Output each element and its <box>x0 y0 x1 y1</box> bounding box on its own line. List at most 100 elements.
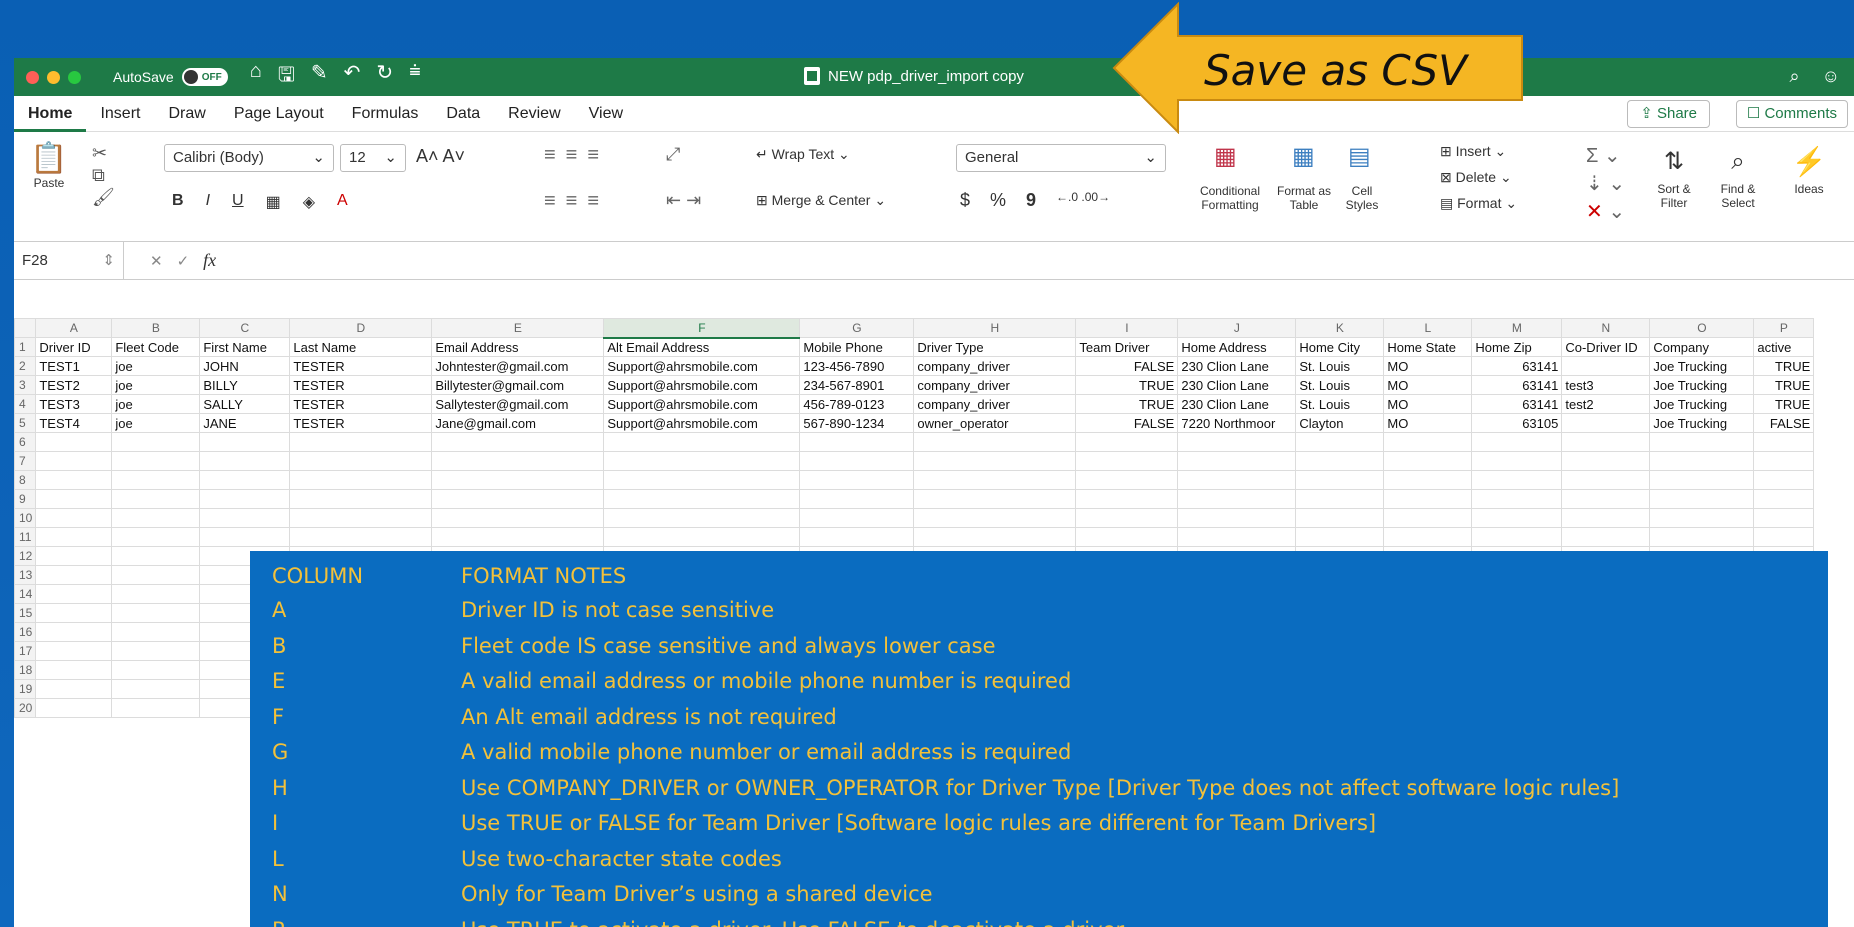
merge-center-button[interactable]: ⊞ Merge & Center ⌄ <box>756 192 886 209</box>
cell[interactable] <box>603 432 801 452</box>
tab-formulas[interactable]: Formulas <box>338 96 433 132</box>
row-header[interactable]: 3 <box>14 375 37 395</box>
cell[interactable] <box>199 470 291 490</box>
cell[interactable]: Joe Trucking <box>1649 394 1755 414</box>
cell[interactable]: Driver Type <box>913 337 1077 357</box>
column-header[interactable]: N <box>1561 318 1651 338</box>
paste-button[interactable]: 📋 Paste <box>24 142 74 190</box>
cell[interactable] <box>603 451 801 471</box>
column-header[interactable]: P <box>1753 318 1815 338</box>
cell[interactable] <box>1561 489 1651 509</box>
cell[interactable]: St. Louis <box>1295 356 1385 376</box>
cell[interactable]: joe <box>111 394 201 414</box>
cell[interactable] <box>1753 527 1815 547</box>
cell[interactable]: TRUE <box>1753 356 1815 376</box>
cell[interactable] <box>1753 470 1815 490</box>
row-header[interactable]: 11 <box>14 527 37 547</box>
cell[interactable]: Home City <box>1295 337 1385 357</box>
cell[interactable] <box>111 508 201 528</box>
cell[interactable] <box>913 489 1077 509</box>
cell[interactable] <box>799 527 915 547</box>
cell[interactable] <box>799 432 915 452</box>
cell[interactable] <box>111 527 201 547</box>
cell[interactable]: joe <box>111 375 201 395</box>
cell[interactable] <box>35 470 113 490</box>
cell[interactable] <box>35 698 113 718</box>
cell[interactable]: St. Louis <box>1295 375 1385 395</box>
cell[interactable]: 567-890-1234 <box>799 413 915 433</box>
sort-filter-button[interactable]: ⇅ Sort & Filter <box>1644 142 1704 210</box>
cell[interactable] <box>289 489 433 509</box>
cell[interactable] <box>111 451 201 471</box>
row-header[interactable]: 17 <box>14 641 37 661</box>
cell[interactable]: Support@ahrsmobile.com <box>603 356 801 376</box>
cell[interactable] <box>603 489 801 509</box>
minimize-window-button[interactable] <box>47 70 60 84</box>
cell[interactable]: Clayton <box>1295 413 1385 433</box>
row-header[interactable]: 13 <box>14 565 37 585</box>
cell[interactable]: JANE <box>199 413 291 433</box>
cell[interactable]: joe <box>111 356 201 376</box>
cell[interactable]: Team Driver <box>1075 337 1179 357</box>
close-window-button[interactable] <box>26 70 39 84</box>
column-header[interactable]: M <box>1471 318 1563 338</box>
row-header[interactable]: 2 <box>14 356 37 376</box>
cell[interactable]: Support@ahrsmobile.com <box>603 413 801 433</box>
cell[interactable] <box>111 622 201 642</box>
cell[interactable] <box>35 622 113 642</box>
cell[interactable] <box>1295 489 1385 509</box>
cell[interactable] <box>1471 508 1563 528</box>
home-icon[interactable]: ⌂ <box>250 60 262 94</box>
cell[interactable] <box>799 489 915 509</box>
indent-icons[interactable]: ⇤ ⇥ <box>666 190 701 211</box>
borders-icon[interactable]: ▦ <box>266 192 281 212</box>
find-select-button[interactable]: ⌕ Find & Select <box>1708 142 1768 210</box>
cell[interactable] <box>1561 356 1651 376</box>
cell[interactable] <box>35 527 113 547</box>
row-header[interactable]: 19 <box>14 679 37 699</box>
cell[interactable] <box>35 489 113 509</box>
cell[interactable] <box>1075 508 1179 528</box>
cell[interactable] <box>111 660 201 680</box>
cell[interactable]: TRUE <box>1075 375 1179 395</box>
cell[interactable]: 63141 <box>1471 375 1563 395</box>
cell[interactable] <box>431 451 605 471</box>
cell[interactable]: St. Louis <box>1295 394 1385 414</box>
cell[interactable] <box>431 489 605 509</box>
cell[interactable] <box>1561 470 1651 490</box>
tab-insert[interactable]: Insert <box>86 96 154 132</box>
cell[interactable]: Sallytester@gmail.com <box>431 394 605 414</box>
account-icon[interactable]: ☺ <box>1822 66 1840 87</box>
cell[interactable] <box>1075 527 1179 547</box>
cell[interactable] <box>1075 489 1179 509</box>
cell[interactable] <box>1295 470 1385 490</box>
number-format-select[interactable]: General ⌄ <box>956 144 1166 172</box>
cell[interactable] <box>431 527 605 547</box>
cell[interactable]: Home Zip <box>1471 337 1563 357</box>
comments-button[interactable]: ☐ Comments <box>1735 100 1848 128</box>
cell[interactable]: Alt Email Address <box>603 337 801 357</box>
cell[interactable] <box>1471 432 1563 452</box>
row-header[interactable]: 9 <box>14 489 37 509</box>
tab-review[interactable]: Review <box>494 96 574 132</box>
cell[interactable] <box>1561 451 1651 471</box>
row-header[interactable]: 12 <box>14 546 37 566</box>
cell[interactable]: company_driver <box>913 356 1077 376</box>
cell[interactable]: First Name <box>199 337 291 357</box>
cell[interactable] <box>1753 432 1815 452</box>
tab-view[interactable]: View <box>575 96 637 132</box>
cell[interactable]: Email Address <box>431 337 605 357</box>
cell[interactable] <box>111 641 201 661</box>
column-header[interactable]: J <box>1177 318 1297 338</box>
cell[interactable]: MO <box>1383 356 1473 376</box>
cell[interactable] <box>1649 489 1755 509</box>
column-header[interactable]: O <box>1649 318 1755 338</box>
cell[interactable] <box>35 603 113 623</box>
font-color-icon[interactable]: A <box>337 192 348 212</box>
cell[interactable]: Joe Trucking <box>1649 375 1755 395</box>
cell[interactable]: TESTER <box>289 356 433 376</box>
cell[interactable] <box>35 432 113 452</box>
cell[interactable] <box>111 679 201 699</box>
cell[interactable] <box>35 565 113 585</box>
cell[interactable] <box>913 527 1077 547</box>
